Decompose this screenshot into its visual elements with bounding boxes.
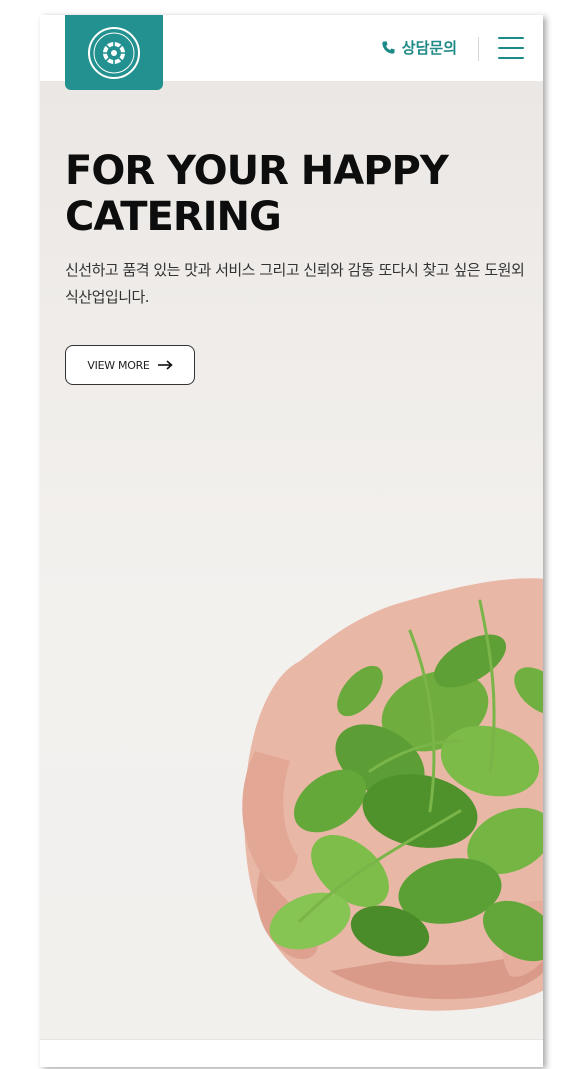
contact-label: 상담문의 — [401, 39, 457, 57]
hero-title: FOR YOUR HAPPY CATERING — [65, 148, 535, 240]
hero-title-line1: FOR YOUR HAPPY — [65, 148, 449, 194]
logo[interactable] — [65, 15, 163, 90]
phone-icon — [382, 41, 395, 54]
contact-link[interactable]: 상담문의 — [381, 37, 457, 58]
hero-title-line2: CATERING — [65, 194, 282, 240]
hero-section: FOR YOUR HAPPY CATERING 신선하고 품격 있는 맛과 서비… — [40, 81, 543, 1039]
bottom-bar — [40, 1039, 543, 1067]
hands-holding-basil-image — [242, 578, 543, 1011]
view-more-label: VIEW MORE — [87, 358, 150, 372]
header-divider — [478, 37, 479, 61]
site-header: 상담문의 — [40, 15, 543, 90]
company-emblem-icon — [88, 26, 140, 79]
view-more-button[interactable]: VIEW MORE — [65, 345, 195, 385]
page-frame: 상담문의 FOR YOUR HAPPY CATERING 신선하고 품격 있는 … — [40, 15, 543, 1067]
hero-description: 신선하고 품격 있는 맛과 서비스 그리고 신뢰와 감동 또다시 찾고 싶은 도… — [65, 261, 525, 306]
hamburger-menu-icon[interactable] — [498, 37, 524, 59]
arrow-right-icon — [157, 360, 173, 370]
